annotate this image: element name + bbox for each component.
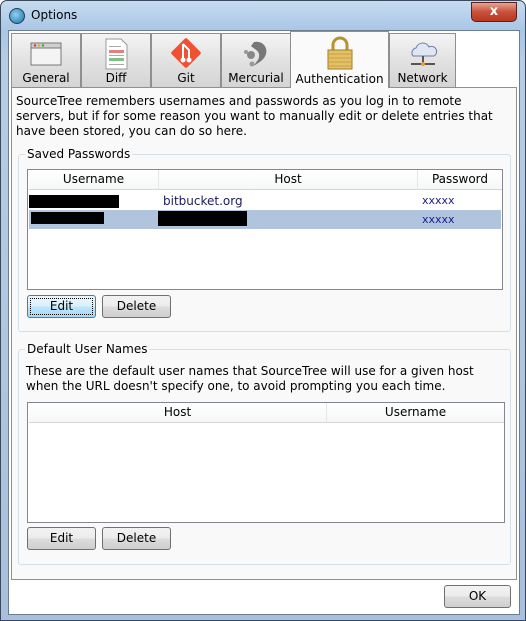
default-user-names-list[interactable]: Host Username xyxy=(27,402,505,523)
tab-diff[interactable]: Diff xyxy=(81,33,151,87)
tab-git[interactable]: Git xyxy=(151,33,221,87)
authentication-panel: SourceTree remembers usernames and passw… xyxy=(11,87,517,580)
table-row[interactable]: xxxxx xyxy=(29,210,501,229)
table-row[interactable]: bitbucket.org xxxxx xyxy=(29,192,501,210)
column-header-host[interactable]: Host xyxy=(29,403,327,423)
ok-button[interactable]: OK xyxy=(444,585,511,608)
redacted-username xyxy=(31,212,104,224)
git-logo-icon xyxy=(171,38,201,68)
sourcetree-app-icon xyxy=(9,8,25,24)
column-header-password[interactable]: Password xyxy=(418,170,502,190)
saved-passwords-group: Saved Passwords Username Host Password b… xyxy=(18,147,511,332)
edit-password-button[interactable]: Edit xyxy=(27,295,96,318)
tab-mercurial[interactable]: Mercurial xyxy=(221,33,291,87)
tab-label: General xyxy=(22,71,70,85)
tab-label: Git xyxy=(177,71,195,85)
delete-password-button[interactable]: Delete xyxy=(102,295,171,318)
column-header-host[interactable]: Host xyxy=(159,170,418,190)
password-cell: xxxxx xyxy=(422,194,455,207)
group-title: Default User Names xyxy=(25,342,150,356)
tab-label: Network xyxy=(397,71,448,85)
tab-label: Diff xyxy=(105,71,127,85)
group-title: Saved Passwords xyxy=(25,147,133,161)
dialog-client: General Diff Git Mercurial Authenticatio… xyxy=(8,30,520,615)
edit-default-user-button[interactable]: Edit xyxy=(27,527,96,550)
padlock-icon xyxy=(327,36,352,70)
tab-network[interactable]: Network xyxy=(389,33,456,87)
network-cloud-icon xyxy=(410,42,437,66)
default-user-names-description: These are the default user names that So… xyxy=(26,364,474,393)
delete-default-user-button[interactable]: Delete xyxy=(102,527,171,550)
saved-passwords-list[interactable]: Username Host Password bitbucket.org xxx… xyxy=(27,169,503,290)
tab-general[interactable]: General xyxy=(11,33,81,87)
column-header-username[interactable]: Username xyxy=(29,170,159,190)
options-window: Options x General Diff Git Mercurial Aut… xyxy=(0,0,526,621)
mercurial-logo-icon xyxy=(244,41,267,67)
column-header-username[interactable]: Username xyxy=(327,403,504,423)
default-user-names-group: Default User Names These are the default… xyxy=(18,342,511,565)
tab-authentication[interactable]: Authentication xyxy=(290,31,389,88)
password-cell: xxxxx xyxy=(422,213,455,226)
redacted-username xyxy=(29,195,119,208)
tab-label: Mercurial xyxy=(228,71,284,85)
close-button[interactable]: x xyxy=(471,2,517,22)
tab-label: Authentication xyxy=(295,72,384,86)
redacted-host xyxy=(158,211,247,226)
window-icon xyxy=(30,42,62,66)
window-title: Options xyxy=(31,8,78,22)
host-cell: bitbucket.org xyxy=(163,194,243,208)
authentication-description: SourceTree remembers usernames and passw… xyxy=(16,94,493,138)
diff-document-icon xyxy=(105,38,128,70)
